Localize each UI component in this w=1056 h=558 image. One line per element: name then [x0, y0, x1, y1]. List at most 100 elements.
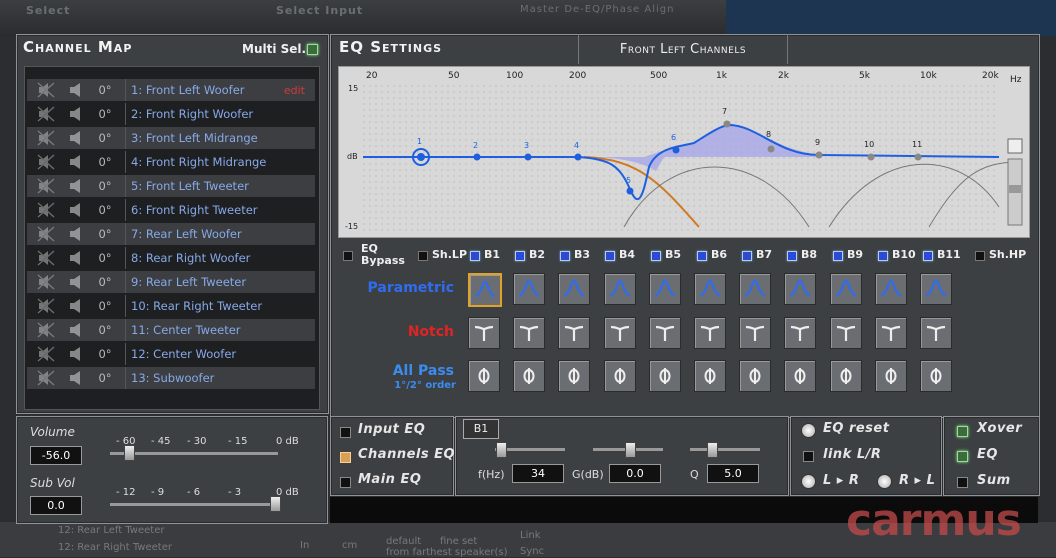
- band-checkbox[interactable]: [923, 251, 933, 261]
- band-checkbox[interactable]: [560, 251, 570, 261]
- multi-sel-checkbox[interactable]: [307, 44, 318, 55]
- eq-curve-svg[interactable]: [339, 67, 1029, 237]
- mute-speaker-icon[interactable]: [37, 106, 55, 122]
- speaker-icon[interactable]: [69, 298, 83, 314]
- channel-label[interactable]: 9: Rear Left Tweeter: [126, 275, 269, 289]
- allpass-filter-button[interactable]: [649, 360, 681, 392]
- band-checkbox[interactable]: [515, 251, 525, 261]
- speaker-icon[interactable]: [69, 202, 83, 218]
- channel-phase[interactable]: 0°: [85, 83, 125, 97]
- freq-value[interactable]: 34: [512, 464, 564, 483]
- mute-speaker-icon[interactable]: [37, 322, 55, 338]
- channel-label[interactable]: 7: Rear Left Woofer: [126, 227, 269, 241]
- freq-slider-knob[interactable]: [496, 442, 507, 458]
- allpass-filter-button[interactable]: [830, 360, 862, 392]
- parametric-filter-button[interactable]: [513, 273, 545, 305]
- channel-row[interactable]: 0° 2: Front Right Woofer: [27, 103, 315, 125]
- channel-phase[interactable]: 0°: [85, 299, 125, 313]
- mute-speaker-icon[interactable]: [37, 82, 55, 98]
- link-lr-checkbox[interactable]: [803, 451, 814, 462]
- mute-speaker-icon[interactable]: [37, 178, 55, 194]
- volume-slider-knob[interactable]: [124, 445, 135, 461]
- copy-r-to-l-button[interactable]: [877, 474, 892, 489]
- speaker-icon[interactable]: [69, 178, 83, 194]
- band-checkbox[interactable]: [697, 251, 707, 261]
- mute-speaker-icon[interactable]: [37, 202, 55, 218]
- speaker-icon[interactable]: [69, 226, 83, 242]
- notch-filter-button[interactable]: [920, 317, 952, 349]
- allpass-filter-button[interactable]: [920, 360, 952, 392]
- channel-row[interactable]: 0° 6: Front Right Tweeter: [27, 199, 315, 221]
- channel-label[interactable]: 11: Center Tweeter: [126, 323, 269, 337]
- volume-slider[interactable]: [110, 452, 278, 455]
- q-slider[interactable]: [690, 448, 760, 451]
- notch-filter-button[interactable]: [513, 317, 545, 349]
- main-eq-radio[interactable]: [340, 477, 351, 488]
- mute-speaker-icon[interactable]: [37, 298, 55, 314]
- band-checkbox[interactable]: [878, 251, 888, 261]
- channel-row[interactable]: 0° 9: Rear Left Tweeter: [27, 271, 315, 293]
- allpass-filter-button[interactable]: [468, 360, 500, 392]
- parametric-filter-button[interactable]: [920, 273, 952, 305]
- allpass-filter-button[interactable]: [604, 360, 636, 392]
- speaker-icon[interactable]: [69, 82, 83, 98]
- shlp-checkbox[interactable]: [418, 251, 428, 261]
- speaker-icon[interactable]: [69, 322, 83, 338]
- channel-label[interactable]: 4: Front Right Midrange: [126, 155, 269, 169]
- band-checkbox[interactable]: [651, 251, 661, 261]
- sum-toggle[interactable]: [957, 477, 968, 488]
- parametric-filter-button[interactable]: [739, 273, 771, 305]
- channel-row[interactable]: 0° 8: Rear Right Woofer: [27, 247, 315, 269]
- allpass-filter-button[interactable]: [513, 360, 545, 392]
- band-checkbox[interactable]: [833, 251, 843, 261]
- allpass-filter-button[interactable]: [694, 360, 726, 392]
- notch-filter-button[interactable]: [739, 317, 771, 349]
- speaker-icon[interactable]: [69, 370, 83, 386]
- channel-label[interactable]: 6: Front Right Tweeter: [126, 203, 269, 217]
- channel-phase[interactable]: 0°: [85, 107, 125, 121]
- eq-reset-button[interactable]: [801, 423, 816, 438]
- mute-speaker-icon[interactable]: [37, 130, 55, 146]
- channel-phase[interactable]: 0°: [85, 347, 125, 361]
- channel-edit-link[interactable]: edit: [284, 84, 305, 97]
- subvol-slider-knob[interactable]: [270, 496, 281, 512]
- speaker-icon[interactable]: [69, 154, 83, 170]
- channel-phase[interactable]: 0°: [85, 131, 125, 145]
- xover-toggle[interactable]: [957, 426, 968, 437]
- speaker-icon[interactable]: [69, 106, 83, 122]
- channel-phase[interactable]: 0°: [85, 227, 125, 241]
- parametric-filter-button[interactable]: [604, 273, 636, 305]
- channel-row[interactable]: 0° 5: Front Left Tweeter: [27, 175, 315, 197]
- subvol-value[interactable]: 0.0: [30, 496, 82, 515]
- gain-slider-knob[interactable]: [625, 442, 636, 458]
- mute-speaker-icon[interactable]: [37, 250, 55, 266]
- channel-phase[interactable]: 0°: [85, 371, 125, 385]
- channel-phase[interactable]: 0°: [85, 323, 125, 337]
- channel-row[interactable]: 0° 4: Front Right Midrange: [27, 151, 315, 173]
- gain-value[interactable]: 0.0: [609, 464, 661, 483]
- parametric-filter-button[interactable]: [468, 273, 502, 307]
- band-checkbox[interactable]: [787, 251, 797, 261]
- speaker-icon[interactable]: [69, 346, 83, 362]
- notch-filter-button[interactable]: [558, 317, 590, 349]
- channel-row[interactable]: 0° 12: Center Woofer: [27, 343, 315, 365]
- channel-row[interactable]: 0° 11: Center Tweeter: [27, 319, 315, 341]
- subvol-slider[interactable]: [110, 503, 278, 506]
- mute-speaker-icon[interactable]: [37, 346, 55, 362]
- input-eq-radio[interactable]: [340, 427, 351, 438]
- speaker-icon[interactable]: [69, 130, 83, 146]
- q-value[interactable]: 5.0: [707, 464, 759, 483]
- volume-value[interactable]: -56.0: [30, 446, 82, 465]
- channel-label[interactable]: 5: Front Left Tweeter: [126, 179, 269, 193]
- eq-bypass-checkbox[interactable]: [343, 251, 353, 261]
- band-checkbox[interactable]: [742, 251, 752, 261]
- channel-row[interactable]: 0° 1: Front Left Woofer edit: [27, 79, 315, 101]
- channel-label[interactable]: 10: Rear Right Tweeter: [126, 299, 269, 313]
- speaker-icon[interactable]: [69, 274, 83, 290]
- shhp-checkbox[interactable]: [975, 251, 985, 261]
- notch-filter-button[interactable]: [649, 317, 681, 349]
- channel-label[interactable]: 3: Front Left Midrange: [126, 131, 269, 145]
- q-slider-knob[interactable]: [707, 442, 718, 458]
- notch-filter-button[interactable]: [694, 317, 726, 349]
- channel-label[interactable]: 2: Front Right Woofer: [126, 107, 269, 121]
